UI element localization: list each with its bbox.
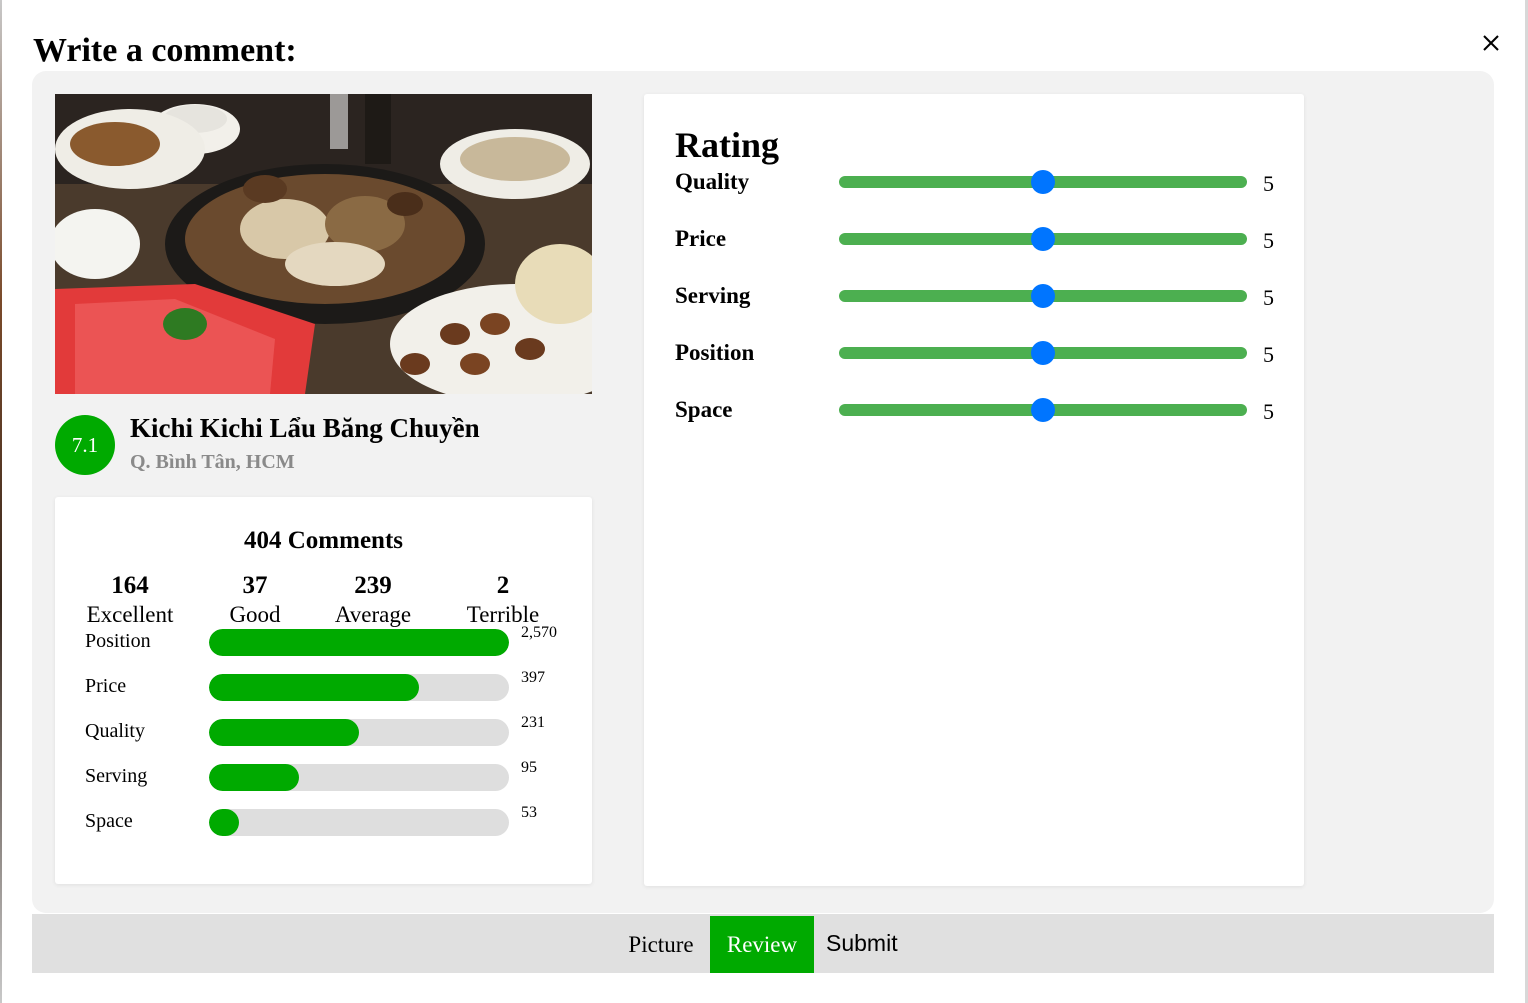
modal-footer: Picture Review Submit bbox=[32, 914, 1494, 973]
bar-fill bbox=[209, 629, 509, 656]
rating-space: Space 5 bbox=[675, 394, 1285, 434]
rating-title: Rating bbox=[675, 125, 780, 165]
rating-card: Rating Quality 5 Price 5 Serving 5 Posit… bbox=[644, 94, 1304, 886]
tab-picture[interactable]: Picture bbox=[612, 916, 710, 973]
serving-slider[interactable] bbox=[839, 284, 1247, 308]
bar-value: 397 bbox=[521, 669, 545, 686]
bar-track bbox=[209, 809, 509, 836]
position-slider[interactable] bbox=[839, 341, 1247, 365]
stat-bar-price: Price 397 bbox=[85, 669, 565, 702]
modal-body: 7.1 Kichi Kichi Lẩu Băng Chuyền Q. Bình … bbox=[32, 71, 1494, 913]
bar-value: 2,570 bbox=[521, 624, 557, 641]
bar-track bbox=[209, 674, 509, 701]
page-backdrop-edge bbox=[0, 0, 2, 1003]
restaurant-name: Kichi Kichi Lẩu Băng Chuyền bbox=[130, 413, 480, 443]
slider-value: 5 bbox=[1263, 228, 1274, 253]
slider-value: 5 bbox=[1263, 171, 1274, 196]
bar-value: 53 bbox=[521, 804, 537, 821]
score-badge: 7.1 bbox=[55, 415, 115, 475]
stat-count: 37 bbox=[242, 572, 268, 599]
slider-value: 5 bbox=[1263, 285, 1274, 310]
bar-fill bbox=[209, 809, 239, 836]
stat-bar-quality: Quality 231 bbox=[85, 714, 565, 747]
stat-good: 37 Good bbox=[215, 571, 295, 629]
stat-count: 239 bbox=[354, 572, 392, 599]
bar-fill bbox=[209, 719, 359, 746]
slider-thumb[interactable] bbox=[1031, 284, 1055, 308]
slider-thumb[interactable] bbox=[1031, 227, 1055, 251]
bar-value: 95 bbox=[521, 759, 537, 776]
bar-label: Position bbox=[85, 630, 151, 652]
slider-label: Position bbox=[675, 340, 755, 365]
slider-label: Serving bbox=[675, 283, 751, 308]
stat-label: Average bbox=[334, 602, 412, 627]
bar-fill bbox=[209, 764, 299, 791]
stat-label: Excellent bbox=[86, 602, 174, 627]
rating-position: Position 5 bbox=[675, 337, 1285, 377]
space-slider[interactable] bbox=[839, 398, 1247, 422]
bar-track bbox=[209, 719, 509, 746]
comments-count-title: 404 Comments bbox=[243, 527, 403, 554]
slider-thumb[interactable] bbox=[1031, 341, 1055, 365]
bar-label: Space bbox=[85, 810, 133, 832]
stat-bar-serving: Serving 95 bbox=[85, 759, 565, 792]
restaurant-photo bbox=[55, 94, 592, 394]
slider-thumb[interactable] bbox=[1031, 398, 1055, 422]
bar-label: Serving bbox=[85, 765, 148, 787]
price-slider[interactable] bbox=[839, 227, 1247, 251]
stat-label: Good bbox=[229, 602, 281, 627]
bar-label: Quality bbox=[85, 720, 145, 742]
rating-price: Price 5 bbox=[675, 223, 1285, 263]
rating-serving: Serving 5 bbox=[675, 280, 1285, 320]
submit-button[interactable]: Submit bbox=[826, 916, 898, 973]
stat-bar-space: Space 53 bbox=[85, 804, 565, 837]
tab-review[interactable]: Review bbox=[710, 916, 814, 973]
bar-fill bbox=[209, 674, 419, 701]
bar-track bbox=[209, 764, 509, 791]
stat-count: 2 bbox=[496, 572, 510, 599]
comment-stats-card: 404 Comments 164 Excellent 37 Good 239 A… bbox=[55, 497, 592, 884]
stat-bar-position: Position 2,570 bbox=[85, 624, 565, 657]
slider-value: 5 bbox=[1263, 342, 1274, 367]
quality-slider[interactable] bbox=[839, 170, 1247, 194]
slider-label: Price bbox=[675, 226, 727, 251]
slider-thumb[interactable] bbox=[1031, 170, 1055, 194]
close-icon[interactable] bbox=[1478, 30, 1504, 56]
modal-title: Write a comment: bbox=[33, 32, 297, 69]
slider-label: Space bbox=[675, 397, 733, 422]
stat-average: 239 Average bbox=[327, 571, 419, 629]
slider-value: 5 bbox=[1263, 399, 1274, 424]
restaurant-address: Q. Bình Tân, HCM bbox=[130, 451, 295, 473]
bar-value: 231 bbox=[521, 714, 545, 731]
slider-label: Quality bbox=[675, 169, 750, 194]
rating-quality: Quality 5 bbox=[675, 166, 1285, 206]
bar-label: Price bbox=[85, 675, 127, 697]
stat-excellent: 164 Excellent bbox=[83, 571, 177, 629]
bar-track bbox=[209, 629, 509, 656]
stat-count: 164 bbox=[111, 572, 149, 599]
